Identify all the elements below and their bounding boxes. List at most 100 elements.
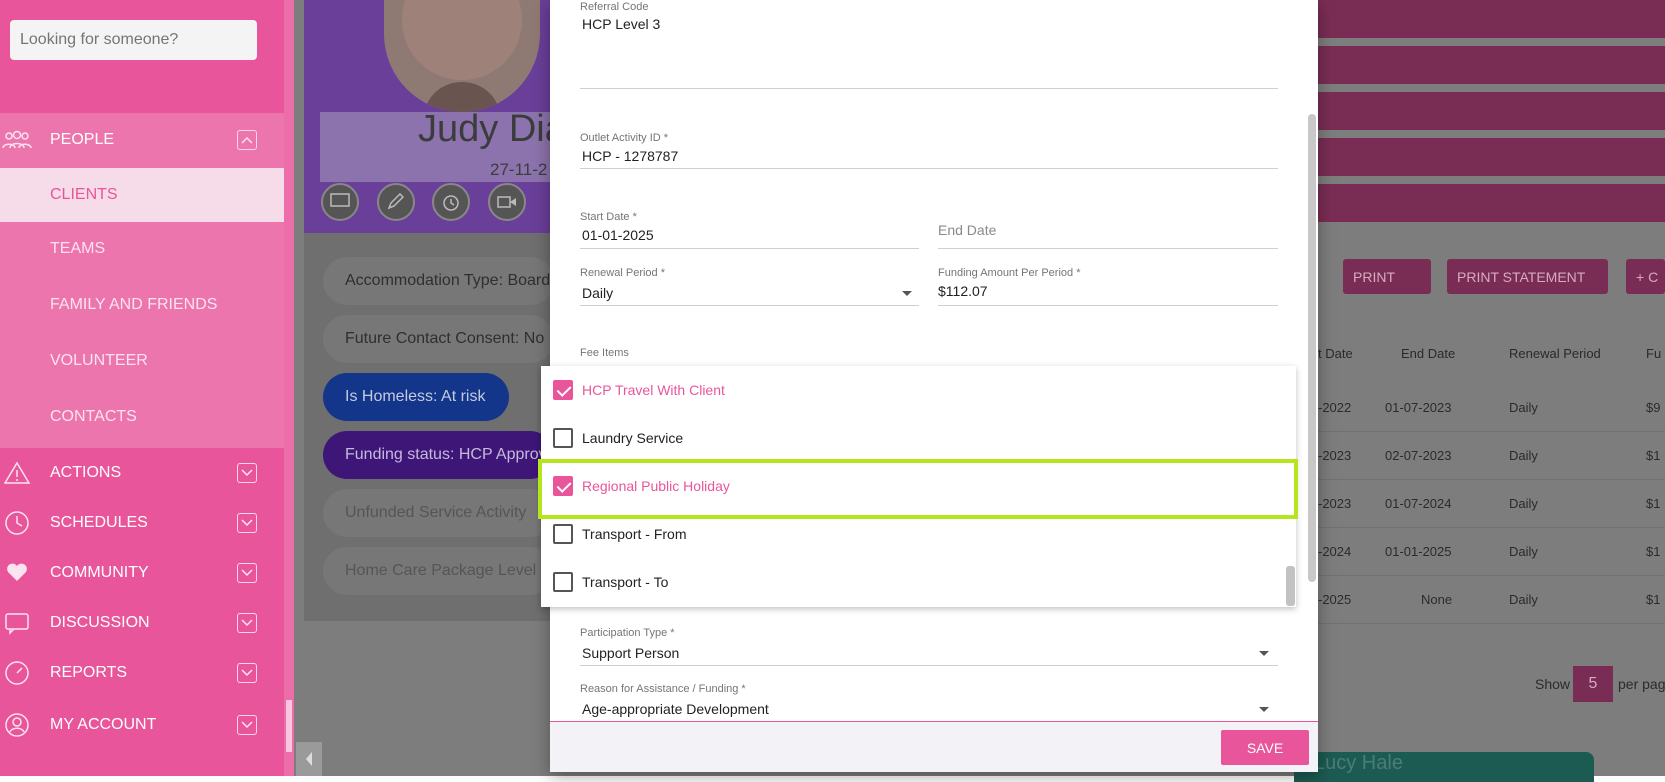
- td-end: 01-07-2023: [1385, 400, 1452, 415]
- nav-people-label: PEOPLE: [50, 131, 115, 148]
- checkbox-unchecked[interactable]: [553, 524, 573, 544]
- modal-footer: [550, 721, 1318, 772]
- chat-icon: [330, 193, 350, 207]
- collapse-sidebar-button[interactable]: [296, 742, 322, 776]
- nav-schedules[interactable]: SCHEDULES: [0, 498, 284, 548]
- fee-option-label: Transport - From: [582, 526, 687, 542]
- print-statement-label: PRINT STATEMENT: [1457, 268, 1586, 285]
- chip-accommodation[interactable]: Accommodation Type: Boarding: [323, 257, 554, 305]
- sidebar-scrollbar[interactable]: [284, 0, 294, 776]
- save-button[interactable]: SAVE: [1221, 730, 1309, 765]
- td-start: -2023: [1318, 496, 1352, 511]
- chip-future-contact[interactable]: Future Contact Consent: No: [323, 315, 554, 363]
- search-input[interactable]: [10, 20, 257, 60]
- start-date-field[interactable]: 01-01-2025: [582, 227, 654, 243]
- td-end: 02-07-2023: [1385, 448, 1452, 463]
- edit-action-button[interactable]: [377, 183, 415, 221]
- funding-amount-field[interactable]: $112.07: [938, 283, 988, 299]
- nav-reports-label: REPORTS: [50, 664, 128, 681]
- dropdown-caret-icon[interactable]: [902, 291, 912, 296]
- end-date-field[interactable]: End Date: [938, 222, 996, 238]
- video-action-button[interactable]: [488, 183, 526, 221]
- dropdown-caret-icon[interactable]: [1259, 651, 1269, 656]
- client-dob: 27-11-2: [490, 160, 548, 179]
- sidebar: PEOPLE CLIENTS TEAMS FAMILY AND FRIENDS …: [0, 0, 294, 776]
- nav-teams[interactable]: TEAMS: [0, 222, 284, 276]
- show-label: Show: [1535, 676, 1571, 692]
- renewal-period-select[interactable]: Daily: [582, 285, 613, 301]
- nav-schedules-label: SCHEDULES: [50, 514, 148, 531]
- fee-option[interactable]: Transport - To: [541, 558, 1296, 606]
- reason-label: Reason for Assistance / Funding *: [580, 683, 746, 695]
- chevron-up-icon[interactable]: [237, 130, 257, 150]
- chat-icon: [2, 608, 32, 638]
- sidebar-scroll-thumb[interactable]: [286, 700, 292, 752]
- chevron-down-icon[interactable]: [237, 463, 257, 483]
- fee-items-dropdown: HCP Travel With Client Laundry Service R…: [541, 366, 1296, 607]
- user-icon: [2, 710, 32, 740]
- video-icon: [497, 196, 516, 208]
- nav-community[interactable]: COMMUNITY: [0, 548, 284, 598]
- nav-discussion[interactable]: DISCUSSION: [0, 598, 284, 648]
- td-funding: $1: [1646, 496, 1661, 511]
- td-funding: $1: [1646, 544, 1661, 559]
- nav-volunteer[interactable]: VOLUNTEER: [0, 334, 284, 388]
- bg-stripe: [1318, 46, 1665, 84]
- chevron-down-icon[interactable]: [237, 715, 257, 735]
- nav-my-account[interactable]: MY ACCOUNT: [0, 700, 284, 750]
- print-button[interactable]: PRINT: [1343, 259, 1431, 294]
- referral-code-field[interactable]: HCP Level 3: [582, 16, 660, 32]
- funding-amount-underline: [938, 305, 1278, 306]
- checkbox-checked[interactable]: [553, 476, 573, 496]
- td-start: -2025: [1318, 592, 1352, 607]
- fee-option-label: Laundry Service: [582, 430, 684, 446]
- chip-funding-status[interactable]: Funding status: HCP Approved: [323, 431, 554, 479]
- print-statement-button[interactable]: PRINT STATEMENT: [1447, 259, 1608, 294]
- td-end: None: [1421, 592, 1453, 607]
- chip-unfunded[interactable]: Unfunded Service Activity: [323, 489, 554, 537]
- nav-actions[interactable]: ACTIONS: [0, 448, 284, 498]
- nav-contacts[interactable]: CONTACTS: [0, 390, 284, 444]
- add-button[interactable]: + C: [1626, 259, 1665, 294]
- reason-select[interactable]: Age-appropriate Development: [582, 701, 769, 717]
- checkbox-checked[interactable]: [553, 380, 573, 400]
- nav-family-and-friends[interactable]: FAMILY AND FRIENDS: [0, 278, 284, 332]
- fee-option[interactable]: Regional Public Holiday: [541, 462, 1296, 510]
- floating-contact-card[interactable]: Lucy Hale: [1294, 752, 1594, 782]
- td-end: 01-07-2024: [1385, 496, 1452, 511]
- fee-option[interactable]: HCP Travel With Client: [541, 366, 1296, 414]
- checkbox-unchecked[interactable]: [553, 572, 573, 592]
- fee-option[interactable]: Laundry Service: [541, 414, 1296, 462]
- nav-clients[interactable]: CLIENTS: [0, 168, 284, 222]
- th-start-date: t Date: [1318, 346, 1353, 361]
- chip-hcp-level[interactable]: Home Care Package Level 3: [323, 547, 554, 595]
- modal-scrollbar[interactable]: [1308, 114, 1316, 582]
- chevron-down-icon[interactable]: [237, 563, 257, 583]
- td-start: -2024: [1318, 544, 1352, 559]
- fee-option[interactable]: Transport - From: [541, 510, 1296, 558]
- nav-my-account-label: MY ACCOUNT: [50, 716, 157, 733]
- chevron-down-icon[interactable]: [237, 513, 257, 533]
- chip-homeless[interactable]: Is Homeless: At risk: [323, 373, 509, 421]
- per-page-select[interactable]: 5: [1573, 666, 1613, 702]
- outlet-activity-label: Outlet Activity ID *: [580, 132, 669, 144]
- chevron-down-icon[interactable]: [237, 613, 257, 633]
- td-funding: $1: [1646, 448, 1661, 463]
- renewal-period-underline: [580, 305, 919, 306]
- chevron-down-icon[interactable]: [237, 663, 257, 683]
- per-page-label: per page: [1618, 676, 1665, 692]
- bg-stripe: [1318, 184, 1665, 222]
- nav-actions-label: ACTIONS: [50, 464, 122, 481]
- nav-people[interactable]: PEOPLE: [0, 115, 284, 165]
- nav-discussion-label: DISCUSSION: [50, 614, 150, 631]
- referral-code-underline: [580, 88, 1278, 89]
- chat-action-button[interactable]: [321, 183, 359, 221]
- nav-reports[interactable]: REPORTS: [0, 648, 284, 698]
- fee-list-scroll-thumb[interactable]: [1286, 566, 1295, 606]
- participation-type-select[interactable]: Support Person: [582, 645, 679, 661]
- alarm-action-button[interactable]: [432, 183, 470, 221]
- dropdown-caret-icon[interactable]: [1259, 707, 1269, 712]
- row-divider: [1300, 479, 1665, 480]
- checkbox-unchecked[interactable]: [553, 428, 573, 448]
- outlet-activity-field[interactable]: HCP - 1278787: [582, 148, 678, 164]
